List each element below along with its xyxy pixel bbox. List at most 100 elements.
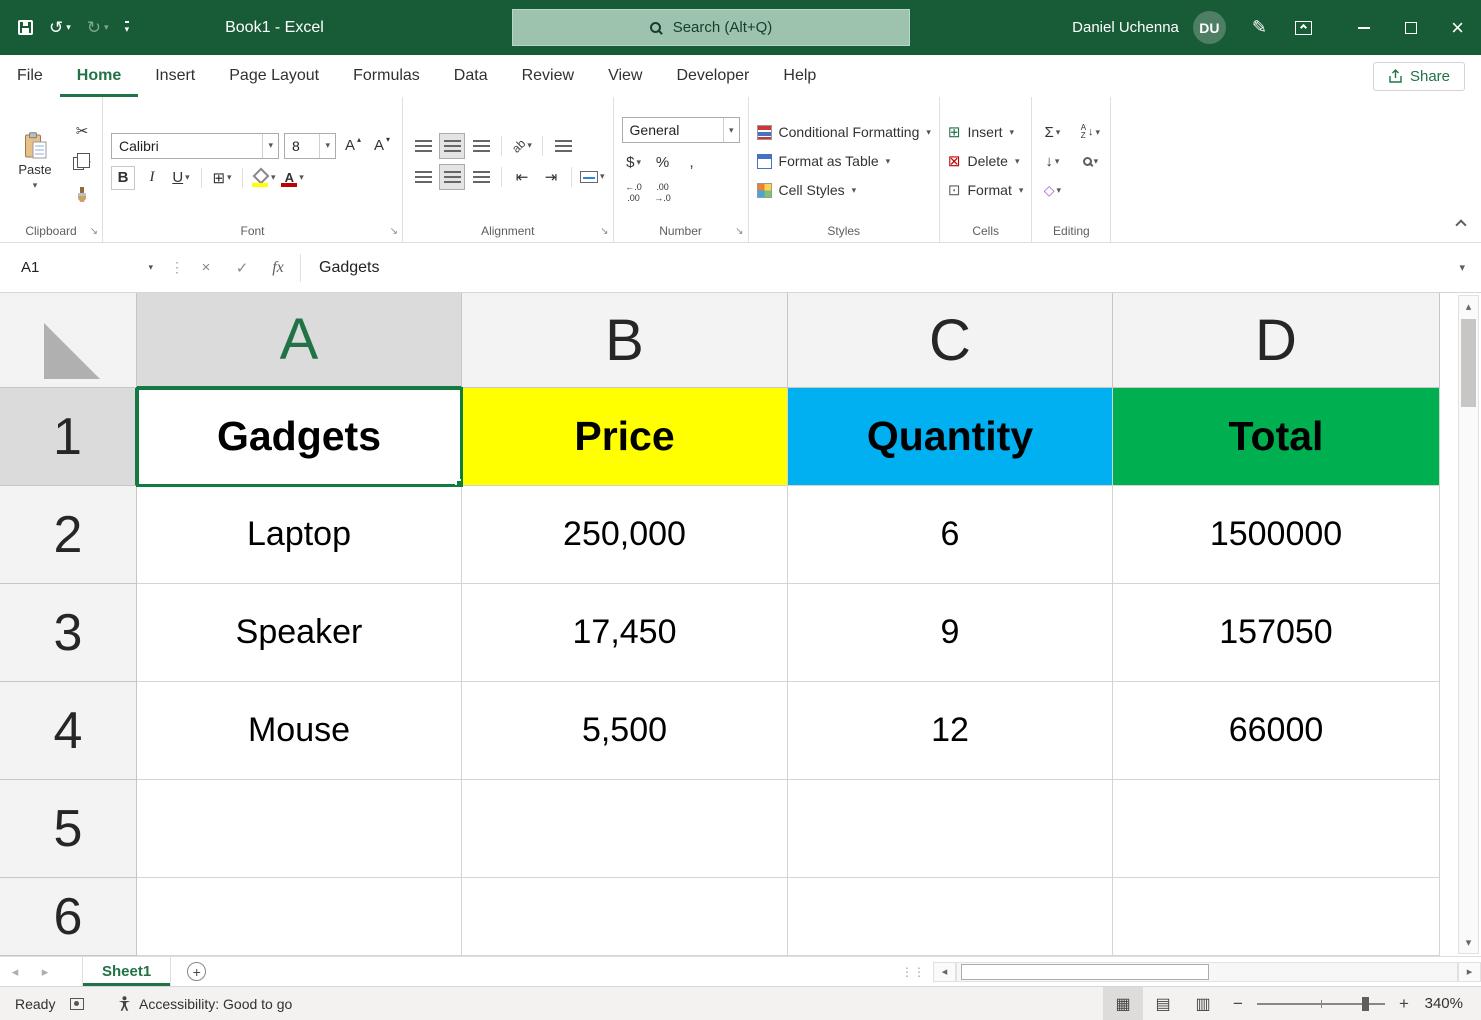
row-header-6[interactable]: 6 — [0, 878, 137, 956]
increase-decimal-button[interactable]: ←.0.00 — [622, 181, 646, 205]
normal-view-button[interactable]: ▦ — [1103, 987, 1143, 1020]
comma-style-button[interactable]: , — [680, 150, 704, 174]
clear-button[interactable]: ◇▾ — [1040, 178, 1064, 202]
scroll-right-button[interactable]: ▸ — [1458, 962, 1481, 982]
name-box[interactable]: A1▾ — [10, 253, 162, 283]
cell-A5[interactable] — [137, 780, 462, 878]
percent-style-button[interactable]: % — [651, 150, 675, 174]
cell-D1[interactable]: Total — [1113, 388, 1440, 486]
drag-handle-icon[interactable]: ⋮ — [170, 259, 184, 276]
cell-C5[interactable] — [788, 780, 1113, 878]
scroll-down-button[interactable]: ▾ — [1459, 932, 1478, 953]
cancel-button[interactable]: × — [192, 253, 220, 283]
user-avatar[interactable]: DU — [1193, 11, 1226, 44]
align-left-button[interactable] — [411, 165, 435, 189]
vertical-scroll-thumb[interactable] — [1461, 319, 1476, 407]
col-header-a[interactable]: A — [137, 293, 462, 388]
row-header-5[interactable]: 5 — [0, 780, 137, 878]
cell-C2[interactable]: 6 — [788, 486, 1113, 584]
scroll-left-button[interactable]: ◂ — [933, 962, 956, 982]
undo-button[interactable]: ↺▾ — [49, 18, 71, 38]
increase-font-size-button[interactable]: A▴ — [341, 134, 365, 158]
sheet-tab-sheet1[interactable]: Sheet1 — [82, 957, 171, 986]
alignment-dialog-launcher[interactable]: ↘ — [600, 227, 608, 237]
tab-formulas[interactable]: Formulas — [336, 55, 437, 97]
select-all-button[interactable] — [0, 293, 137, 388]
customize-quick-access-button[interactable]: ▾ — [125, 21, 130, 35]
zoom-level[interactable]: 340% — [1419, 995, 1481, 1012]
cell-D3[interactable]: 157050 — [1113, 584, 1440, 682]
user-name[interactable]: Daniel Uchenna — [1072, 19, 1179, 36]
decrease-decimal-button[interactable]: .00→.0 — [651, 181, 675, 205]
macro-record-icon[interactable] — [70, 998, 84, 1010]
cell-A3[interactable]: Speaker — [137, 584, 462, 682]
row-header-4[interactable]: 4 — [0, 682, 137, 780]
cut-button[interactable]: ✂ — [70, 119, 94, 143]
collapse-ribbon-button[interactable] — [1457, 216, 1465, 234]
horizontal-scroll-thumb[interactable] — [961, 964, 1209, 980]
format-painter-button[interactable] — [70, 183, 94, 207]
align-top-button[interactable] — [411, 134, 435, 158]
scrollbar-drag-handle[interactable]: ⋮⋮ — [901, 965, 925, 979]
cell-D6[interactable] — [1113, 878, 1440, 956]
align-bottom-button[interactable] — [469, 134, 493, 158]
cell-A4[interactable]: Mouse — [137, 682, 462, 780]
redo-button[interactable]: ↻▾ — [87, 18, 109, 38]
number-format-select[interactable]: General▾ — [622, 117, 740, 143]
previous-sheet-button[interactable]: ◂ — [0, 964, 30, 980]
page-break-view-button[interactable]: ▥ — [1183, 987, 1223, 1020]
cell-A1[interactable]: Gadgets — [137, 388, 462, 486]
cell-A2[interactable]: Laptop — [137, 486, 462, 584]
number-dialog-launcher[interactable]: ↘ — [735, 227, 743, 237]
autosum-button[interactable]: Σ▾ — [1040, 120, 1064, 144]
cell-C4[interactable]: 12 — [788, 682, 1113, 780]
cell-D5[interactable] — [1113, 780, 1440, 878]
save-button[interactable] — [18, 20, 33, 35]
bold-button[interactable]: B — [111, 166, 135, 190]
cell-D2[interactable]: 1500000 — [1113, 486, 1440, 584]
tab-view[interactable]: View — [591, 55, 659, 97]
zoom-slider[interactable] — [1257, 1003, 1385, 1005]
tab-help[interactable]: Help — [766, 55, 833, 97]
conditional-formatting-button[interactable]: Conditional Formatting ▾ — [757, 119, 931, 146]
vertical-scrollbar[interactable]: ▴ ▾ — [1458, 295, 1479, 954]
cell-C3[interactable]: 9 — [788, 584, 1113, 682]
insert-function-button[interactable]: fx — [264, 253, 292, 283]
decrease-font-size-button[interactable]: A▾ — [370, 134, 394, 158]
tab-insert[interactable]: Insert — [138, 55, 212, 97]
zoom-in-button[interactable]: + — [1389, 994, 1419, 1014]
tab-file[interactable]: File — [0, 55, 60, 97]
scroll-up-button[interactable]: ▴ — [1459, 296, 1478, 317]
font-dialog-launcher[interactable]: ↘ — [390, 227, 398, 237]
fill-color-button[interactable]: ▾ — [251, 166, 276, 190]
cell-C6[interactable] — [788, 878, 1113, 956]
find-select-button[interactable]: ▾ — [1078, 149, 1102, 173]
accounting-format-button[interactable]: $▾ — [622, 150, 646, 174]
font-size-select[interactable]: 8▾ — [284, 133, 336, 159]
italic-button[interactable]: I — [140, 166, 164, 190]
paste-button[interactable]: Paste ▾ — [8, 132, 62, 191]
increase-indent-button[interactable]: ⇥ — [539, 165, 563, 189]
format-cells-button[interactable]: ⊡ Format ▾ — [948, 177, 1023, 204]
insert-cells-button[interactable]: ⊞ Insert ▾ — [948, 119, 1014, 146]
zoom-slider-thumb[interactable] — [1362, 997, 1369, 1011]
col-header-b[interactable]: B — [462, 293, 788, 388]
underline-button[interactable]: U▾ — [169, 166, 193, 190]
next-sheet-button[interactable]: ▸ — [30, 964, 60, 980]
cell-D4[interactable]: 66000 — [1113, 682, 1440, 780]
tab-home[interactable]: Home — [60, 55, 138, 97]
cell-B3[interactable]: 17,450 — [462, 584, 788, 682]
tab-review[interactable]: Review — [505, 55, 591, 97]
cell-B4[interactable]: 5,500 — [462, 682, 788, 780]
formula-input[interactable]: Gadgets — [309, 259, 1451, 277]
fill-handle[interactable] — [455, 479, 462, 486]
row-header-1[interactable]: 1 — [0, 388, 137, 486]
maximize-button[interactable] — [1387, 0, 1434, 55]
cell-styles-button[interactable]: Cell Styles ▾ — [757, 177, 857, 204]
cell-B6[interactable] — [462, 878, 788, 956]
cell-B2[interactable]: 250,000 — [462, 486, 788, 584]
col-header-c[interactable]: C — [788, 293, 1113, 388]
align-right-button[interactable] — [469, 165, 493, 189]
tab-data[interactable]: Data — [437, 55, 505, 97]
fill-button[interactable]: ↓▾ — [1040, 149, 1064, 173]
